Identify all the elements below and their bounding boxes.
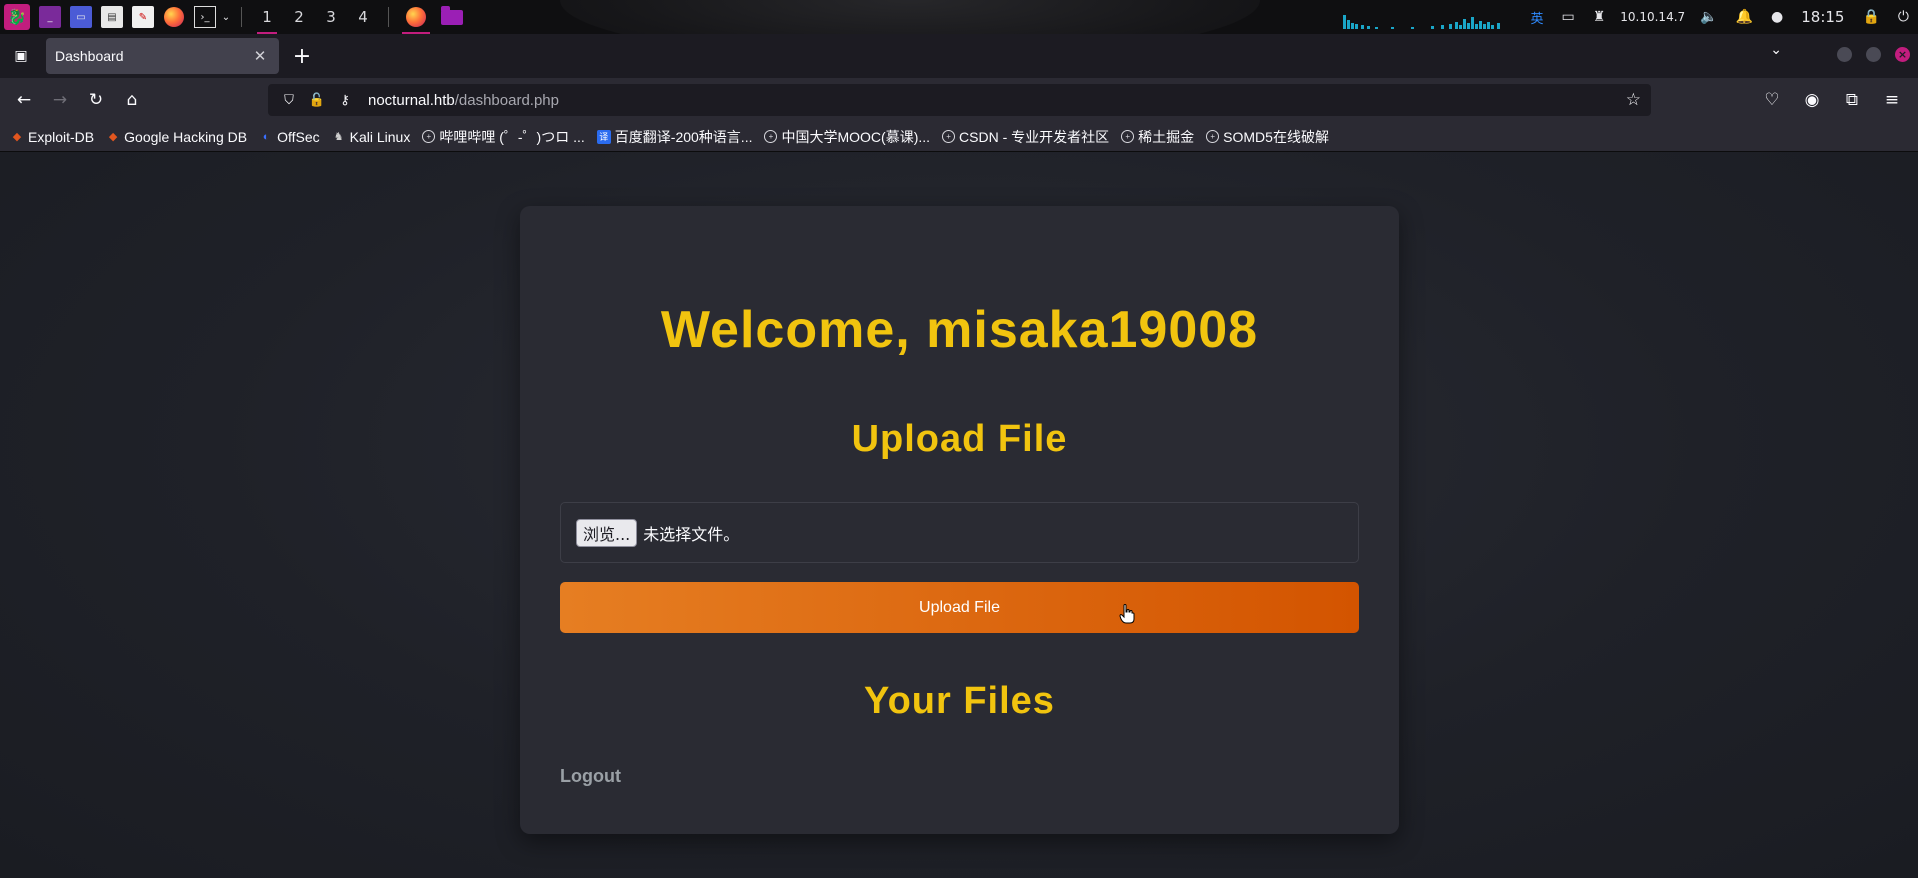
workspace-3[interactable]: 3 [315,0,347,34]
logout-link[interactable]: Logout [560,766,621,787]
tab-close-icon[interactable]: ✕ [251,47,269,65]
firefox-window-button[interactable] [398,0,434,34]
your-files-heading: Your Files [864,680,1055,722]
files-launcher-icon[interactable]: ▤ [101,6,123,28]
extensions-icon[interactable]: ⧉ [1836,84,1868,116]
bookmarks-toolbar: ◆ Exploit-DB ◆ Google Hacking DB ◐ OffSec ♞… [0,122,1918,152]
console-launcher-icon[interactable]: ›_ [194,6,216,28]
back-button[interactable]: ← [8,84,40,116]
upload-file-button[interactable]: Upload File [560,582,1359,633]
page-viewport: Welcome, misaka19008 Upload File 浏览... 未… [0,152,1918,878]
no-file-selected-text: 未选择文件。 [643,524,740,544]
screen-icon[interactable]: ▭ [1561,0,1574,34]
wallpaper-glimpse [560,0,1260,34]
kali-icon: ♞ [333,131,344,143]
bookmark-bilibili[interactable]: + 哔哩哔哩 (゜-゜)つロ ... [422,127,585,147]
page-title: Welcome, misaka19008 [660,301,1259,359]
ip-address: 10.10.14.7 [1620,10,1686,24]
os-taskbar: 🐉 _ ▭ ▤ ✎ ›_ ⌄ 1 2 3 4 英 ▭ ♜ 10.10.14.7 … [0,0,1918,34]
power-menu-icon[interactable]: ⏻ [1898,0,1909,34]
browser-tab-strip: ▣ Dashboard ✕ + ⌄ × [0,34,1918,78]
firefox-launcher-icon[interactable] [163,6,185,28]
desktop-launcher-icon[interactable]: ▭ [70,6,92,28]
bookmark-exploit-db[interactable]: ◆ Exploit-DB [10,129,94,145]
vpn-icon[interactable]: ♜ [1593,0,1606,34]
network-graph [1341,5,1507,29]
tab-list-icon[interactable]: ▣ [6,41,36,71]
bookmark-mooc[interactable]: + 中国大学MOOC(慕课)... [764,127,930,147]
hand-pointer-cursor-icon [1119,604,1135,624]
window-close-button[interactable]: × [1895,47,1910,62]
editor-launcher-icon[interactable]: ✎ [132,6,154,28]
chevron-down-icon[interactable]: ⌄ [220,6,232,28]
pocket-icon[interactable]: ♡ [1756,84,1788,116]
offsec-icon: ◐ [262,130,270,143]
translate-icon: 译 [596,129,611,144]
lock-icon[interactable]: 🔒 [1862,0,1879,34]
bookmark-somd5[interactable]: + SOMD5在线破解 [1206,127,1329,147]
insecure-lock-icon[interactable]: 🔓 [306,93,328,108]
upload-heading: Upload File [851,418,1068,460]
url-host: nocturnal.htb [368,91,455,109]
minimize-button[interactable] [1837,47,1852,62]
notification-bell-icon[interactable]: 🔔 [1736,0,1753,34]
folder-icon [441,5,463,25]
globe-icon: + [942,130,956,143]
bookmark-baidu-translate[interactable]: 译百度翻译-200种语言... [596,127,752,147]
bookmark-offsec[interactable]: ◐ OffSec [259,129,320,145]
bookmark-star-icon[interactable]: ☆ [1626,90,1641,110]
system-tray: 英 ▭ ♜ 10.10.14.7 🔈 🔔 ● 18:15 🔒 ⏻ [1341,0,1918,34]
reload-button[interactable]: ↻ [80,84,112,116]
globe-icon: + [764,130,778,143]
bookmark-kali-linux[interactable]: ♞ Kali Linux [332,129,411,145]
toolbar-extensions: ♡ ◉ ⧉ ≡ [1756,84,1908,116]
url-bar[interactable]: ⛉ 🔓 ⚷ nocturnal.htb/dashboard.php ☆ [268,84,1651,116]
firefox-icon [406,7,426,27]
url-path: /dashboard.php [454,91,559,109]
taskbar-separator [388,7,389,27]
input-language-indicator[interactable]: 英 [1530,0,1543,34]
key-icon[interactable]: ⚷ [334,93,356,108]
dashboard-card: Welcome, misaka19008 Upload File 浏览... 未… [520,206,1399,834]
taskbar-launchers: 🐉 _ ▭ ▤ ✎ ›_ ⌄ 1 2 3 4 [0,0,470,34]
list-all-tabs-icon[interactable]: ⌄ [1770,42,1782,58]
new-tab-button[interactable]: + [285,39,319,73]
forward-button[interactable]: → [44,84,76,116]
tab-title: Dashboard [55,48,124,64]
flame-icon: ◆ [12,131,22,143]
clock[interactable]: 18:15 [1801,0,1844,34]
bookmark-google-hacking-db[interactable]: ◆ Google Hacking DB [106,129,247,145]
workspace-2[interactable]: 2 [283,0,315,34]
bookmark-juejin[interactable]: + 稀土掘金 [1121,127,1194,147]
file-input[interactable]: 浏览... 未选择文件。 [560,502,1359,563]
shield-icon[interactable]: ⛉ [278,93,300,108]
volume-icon[interactable]: 🔈 [1700,0,1717,34]
globe-icon: + [1121,130,1135,143]
kali-menu-icon[interactable]: 🐉 [4,4,30,30]
workspace-4[interactable]: 4 [347,0,379,34]
taskbar-separator [241,7,242,27]
window-controls: × [1837,47,1910,62]
globe-icon: + [422,130,436,143]
workspace-1[interactable]: 1 [251,0,283,34]
bookmark-csdn[interactable]: + CSDN - 专业开发者社区 [942,127,1109,147]
globe-icon: + [1206,130,1220,143]
url-text[interactable]: nocturnal.htb/dashboard.php [368,92,559,109]
home-button[interactable]: ⌂ [116,84,148,116]
browse-button[interactable]: 浏览... [576,518,638,547]
tab-dashboard[interactable]: Dashboard ✕ [46,38,279,74]
navigation-toolbar: ← → ↻ ⌂ ⛉ 🔓 ⚷ nocturnal.htb/dashboard.ph… [0,78,1918,122]
folder-window-button[interactable] [434,0,470,34]
profile-avatar-icon[interactable]: ◉ [1796,84,1828,116]
power-icon[interactable]: ● [1771,0,1783,34]
maximize-button[interactable] [1866,47,1881,62]
flame-icon: ◆ [108,131,118,143]
hamburger-menu-icon[interactable]: ≡ [1876,84,1908,116]
terminal-launcher-icon[interactable]: _ [39,6,61,28]
